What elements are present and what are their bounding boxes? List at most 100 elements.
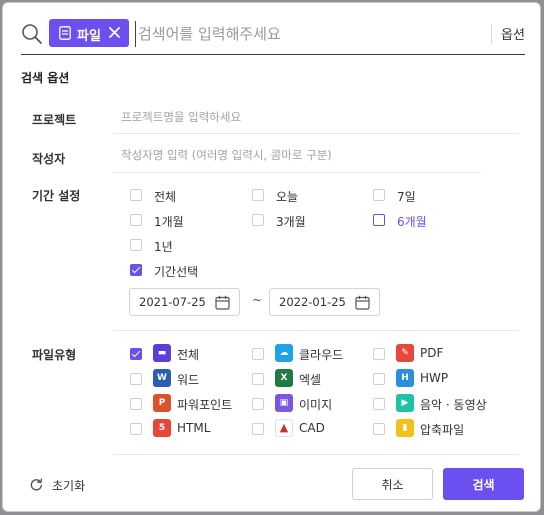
- period-option-7days[interactable]: 7일: [373, 187, 473, 205]
- filetype-option-label: 음악 · 동영상: [420, 398, 487, 412]
- period-option-6months[interactable]: 6개월: [373, 212, 473, 230]
- cancel-button[interactable]: 취소: [352, 468, 433, 500]
- filetype-option[interactable]: 5 HTML: [130, 418, 248, 440]
- checkbox[interactable]: [373, 189, 385, 201]
- filetype-option-label: 엑셀: [299, 373, 322, 387]
- project-input[interactable]: [121, 105, 519, 129]
- zip-icon: ▮: [396, 419, 414, 437]
- filetype-option[interactable]: ▣ 이미지: [252, 393, 370, 415]
- checkbox[interactable]: [252, 348, 264, 360]
- option-label: 7일: [397, 190, 416, 204]
- reset-label: 초기화: [52, 479, 86, 493]
- filetype-option-label: HTML: [177, 421, 211, 435]
- search-options-dialog: 파일 옵션 검색 옵션 프로젝트 작성자 기간 설정 전체 오늘 7일 1개월: [2, 2, 541, 512]
- hwp-icon: H: [396, 369, 414, 387]
- checkbox[interactable]: [373, 214, 385, 226]
- filetype-option-label: 파워포인트: [177, 398, 233, 412]
- filetype-option-label: 전체: [177, 348, 200, 362]
- checkbox[interactable]: [130, 239, 142, 251]
- cloud-icon: ☁: [275, 344, 293, 362]
- checkbox[interactable]: [130, 398, 142, 410]
- checkbox[interactable]: [252, 214, 264, 226]
- option-label: 1년: [154, 240, 173, 254]
- search-bar: 파일 옵션: [21, 15, 525, 55]
- filter-chip-file: 파일: [49, 19, 129, 47]
- image-icon: ▣: [275, 394, 293, 412]
- period-option-1month[interactable]: 1개월: [130, 212, 230, 230]
- filetype-option[interactable]: W 워드: [130, 368, 248, 390]
- period-underline: [113, 330, 519, 331]
- date-range-separator: ~: [252, 293, 263, 307]
- filetype-option[interactable]: H HWP: [373, 368, 491, 390]
- filetype-option[interactable]: ✎ PDF: [373, 343, 491, 365]
- refresh-icon: [30, 478, 43, 491]
- all-files-icon: ▬: [153, 344, 171, 362]
- checkbox[interactable]: [130, 423, 142, 435]
- filetype-option-label: 클라우드: [299, 348, 344, 362]
- checkbox[interactable]: [373, 423, 385, 435]
- filetype-option[interactable]: ▲ CAD: [252, 418, 370, 440]
- filetype-option-label: 워드: [177, 373, 200, 387]
- filetype-option-label: HWP: [420, 371, 449, 385]
- powerpoint-icon: P: [153, 394, 171, 412]
- filetype-option[interactable]: ▶ 음악 · 동영상: [373, 393, 491, 415]
- calendar-icon[interactable]: [355, 295, 370, 310]
- period-option-1year[interactable]: 1년: [130, 237, 230, 255]
- period-option-today[interactable]: 오늘: [252, 187, 352, 205]
- options-button[interactable]: 옵션: [501, 24, 525, 43]
- filetype-option[interactable]: ▬ 전체: [130, 343, 248, 365]
- search-icon[interactable]: [21, 23, 43, 45]
- filetype-option-label: CAD: [299, 421, 325, 435]
- project-underline: [113, 133, 519, 134]
- filetype-option-label: 이미지: [299, 398, 333, 412]
- checkbox[interactable]: [373, 373, 385, 385]
- options-divider: [491, 24, 492, 44]
- filetype-option[interactable]: ▮ 압축파일: [373, 418, 491, 440]
- search-button[interactable]: 검색: [443, 468, 524, 500]
- media-icon: ▶: [396, 394, 414, 412]
- checkbox[interactable]: [373, 398, 385, 410]
- period-option-3months[interactable]: 3개월: [252, 212, 352, 230]
- checkbox[interactable]: [252, 189, 264, 201]
- checkbox[interactable]: [252, 398, 264, 410]
- filetype-option[interactable]: P 파워포인트: [130, 393, 248, 415]
- start-date-value: 2021-07-25: [139, 295, 206, 309]
- author-label: 작성자: [32, 152, 66, 166]
- filetype-label: 파일유형: [32, 348, 77, 362]
- filetype-underline: [113, 454, 519, 455]
- checkbox[interactable]: [130, 189, 142, 201]
- option-label: 3개월: [276, 215, 306, 229]
- checkbox[interactable]: [373, 348, 385, 360]
- option-label: 오늘: [276, 190, 299, 204]
- filetype-option-label: 압축파일: [420, 423, 465, 437]
- filetype-option[interactable]: ☁ 클라우드: [252, 343, 370, 365]
- checkbox[interactable]: [130, 214, 142, 226]
- excel-icon: X: [275, 369, 293, 387]
- chip-label: 파일: [77, 29, 101, 44]
- close-icon[interactable]: [109, 27, 120, 38]
- author-input[interactable]: [121, 143, 481, 167]
- pdf-icon: ✎: [396, 344, 414, 362]
- project-label: 프로젝트: [32, 113, 77, 127]
- option-label: 1개월: [154, 215, 184, 229]
- start-date-picker[interactable]: 2021-07-25: [129, 288, 240, 316]
- checkbox[interactable]: [130, 348, 142, 360]
- section-title: 검색 옵션: [21, 71, 70, 85]
- option-label: 전체: [154, 190, 177, 204]
- end-date-value: 2022-01-25: [279, 295, 346, 309]
- period-option-all[interactable]: 전체: [130, 187, 230, 205]
- cad-icon: ▲: [275, 419, 293, 437]
- checkbox[interactable]: [130, 373, 142, 385]
- option-label: 6개월: [397, 215, 427, 229]
- end-date-picker[interactable]: 2022-01-25: [269, 288, 380, 316]
- calendar-icon[interactable]: [215, 295, 230, 310]
- checkbox[interactable]: [252, 373, 264, 385]
- html-icon: 5: [153, 419, 171, 437]
- filetype-option[interactable]: X 엑셀: [252, 368, 370, 390]
- period-option-custom[interactable]: 기간선택: [130, 262, 250, 280]
- checkbox[interactable]: [130, 264, 142, 276]
- period-label: 기간 설정: [32, 189, 81, 203]
- search-input[interactable]: [135, 21, 475, 47]
- checkbox[interactable]: [252, 423, 264, 435]
- option-label: 기간선택: [154, 265, 199, 279]
